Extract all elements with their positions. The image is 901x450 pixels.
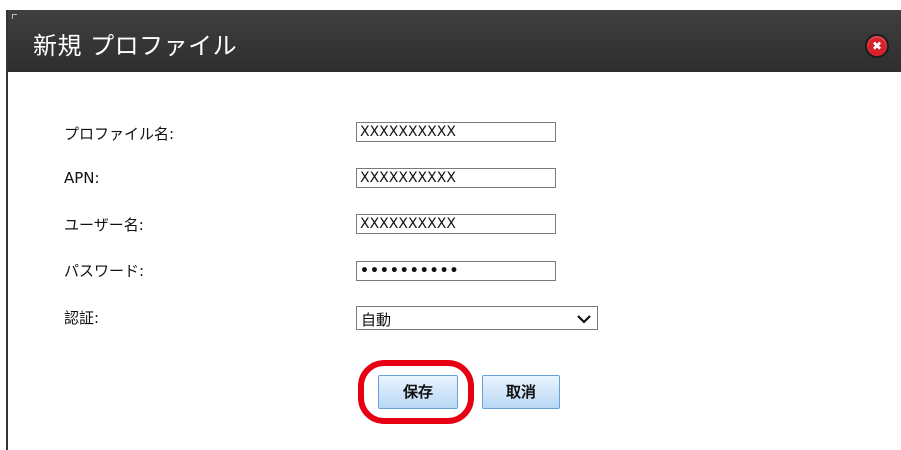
username-label: ユーザー名: (64, 216, 144, 234)
auth-selected-value: 自動 (361, 311, 392, 329)
chevron-down-icon (577, 315, 591, 324)
profile-name-label: プロファイル名: (64, 125, 175, 143)
corner-mark (12, 14, 17, 19)
cancel-button[interactable]: 取消 (482, 375, 560, 409)
save-button[interactable]: 保存 (378, 375, 458, 409)
auth-label: 認証: (64, 309, 100, 327)
apn-label: APN: (64, 169, 100, 187)
close-icon[interactable]: ✖ (867, 36, 887, 56)
dialog-title: 新規 プロファイル (33, 32, 238, 60)
password-label: パスワード: (64, 262, 145, 280)
apn-input[interactable]: XXXXXXXXXX (356, 168, 556, 188)
password-input[interactable]: •••••••••• (356, 261, 556, 281)
profile-name-input[interactable]: XXXXXXXXXX (356, 122, 556, 142)
auth-select[interactable]: 自動 (356, 306, 598, 330)
username-input[interactable]: XXXXXXXXXX (356, 214, 556, 234)
new-profile-dialog: 新規 プロファイル ✖ プロファイル名: XXXXXXXXXX APN: XXX… (6, 10, 901, 450)
dialog-titlebar: 新規 プロファイル ✖ (8, 10, 901, 72)
